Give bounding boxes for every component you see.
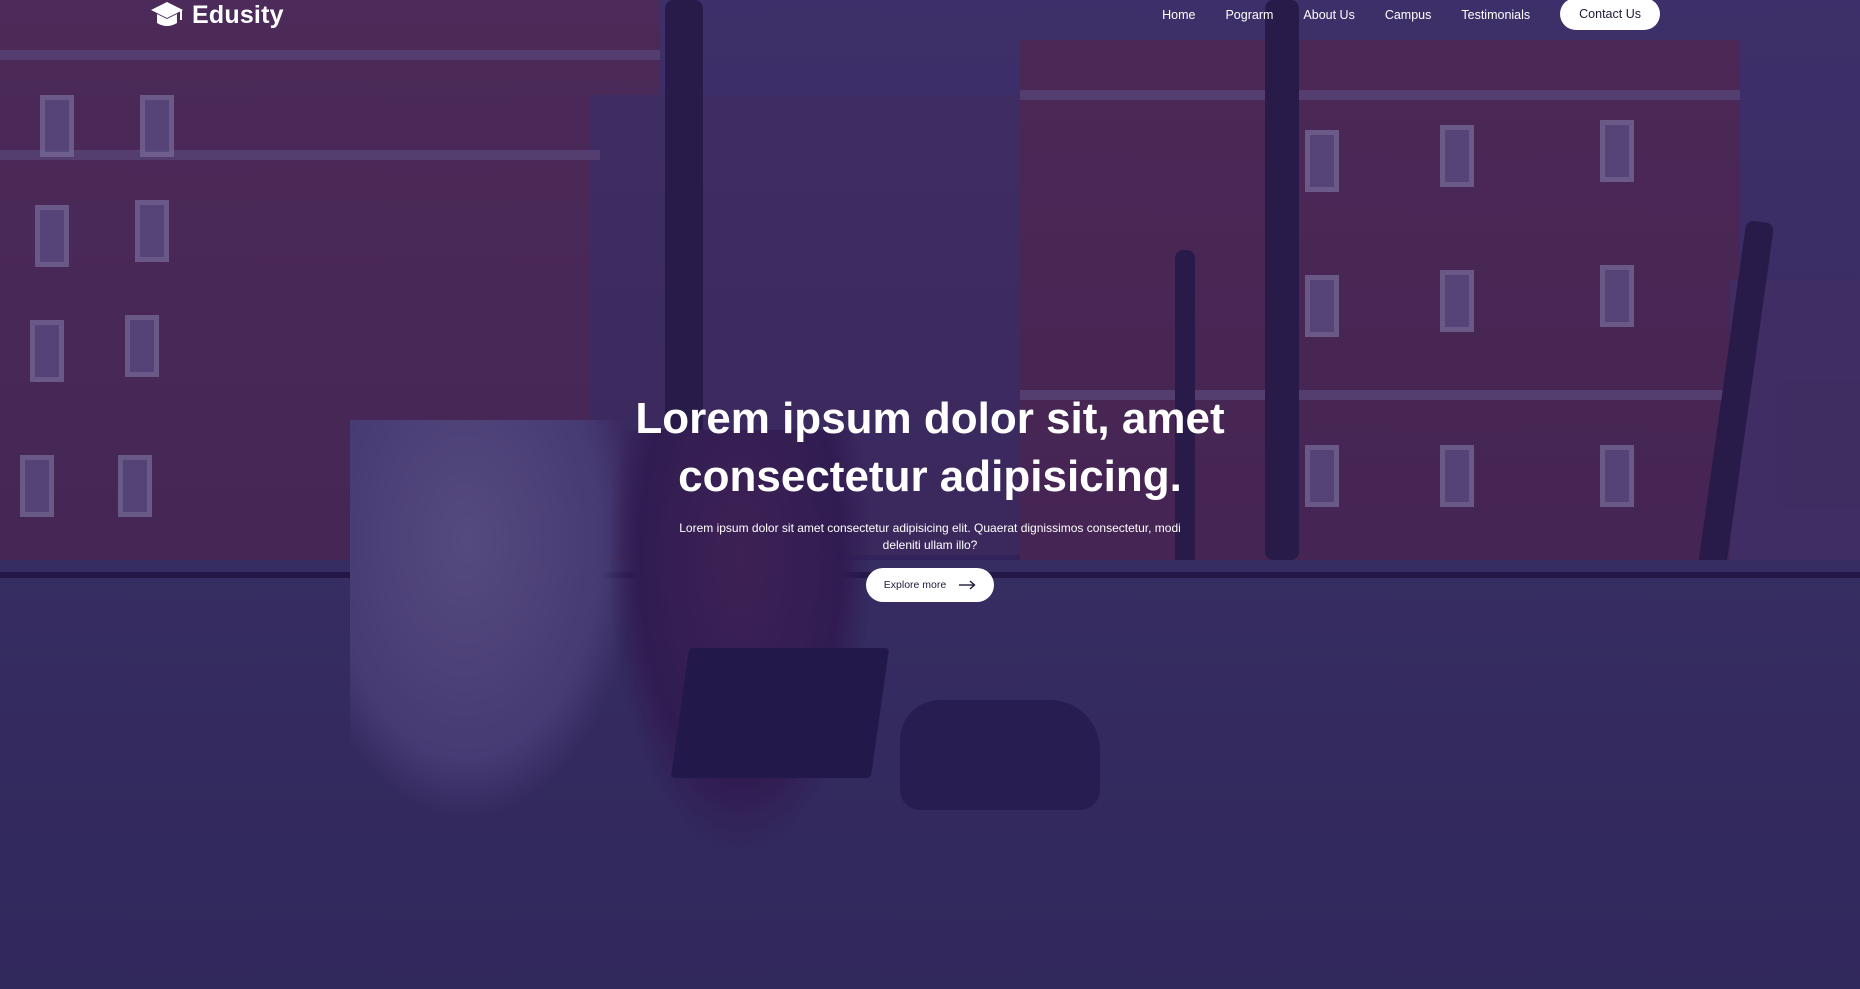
hero-section: Edusity Home Pograrm About Us Campus Tes… xyxy=(0,0,1860,989)
brand-name: Edusity xyxy=(192,0,284,29)
contact-us-button[interactable]: Contact Us xyxy=(1560,0,1660,30)
graduation-cap-icon xyxy=(151,2,183,26)
nav-item-home[interactable]: Home xyxy=(1162,8,1195,22)
nav-item-campus[interactable]: Campus xyxy=(1385,8,1432,22)
hero-subtitle: Lorem ipsum dolor sit amet consectetur a… xyxy=(679,521,1181,552)
arrow-right-icon xyxy=(959,580,976,590)
hero-title-line-1: Lorem ipsum dolor sit, amet xyxy=(635,394,1225,443)
hero-content: Lorem ipsum dolor sit, amet consectetur … xyxy=(530,390,1330,602)
brand-logo[interactable]: Edusity xyxy=(150,0,284,30)
nav-menu: Home Pograrm About Us Campus Testimonial… xyxy=(1132,0,1660,30)
nav-item-testimonials[interactable]: Testimonials xyxy=(1461,8,1530,22)
nav-item-about-us[interactable]: About Us xyxy=(1303,8,1354,22)
hero-title-line-2: consectetur adipisicing. xyxy=(678,452,1182,501)
explore-more-button[interactable]: Explore more xyxy=(865,568,995,602)
explore-more-label: Explore more xyxy=(883,579,947,591)
hero-title: Lorem ipsum dolor sit, amet consectetur … xyxy=(530,390,1330,506)
nav-item-program[interactable]: Pograrm xyxy=(1225,8,1273,22)
top-navbar: Edusity Home Pograrm About Us Campus Tes… xyxy=(0,0,1860,30)
